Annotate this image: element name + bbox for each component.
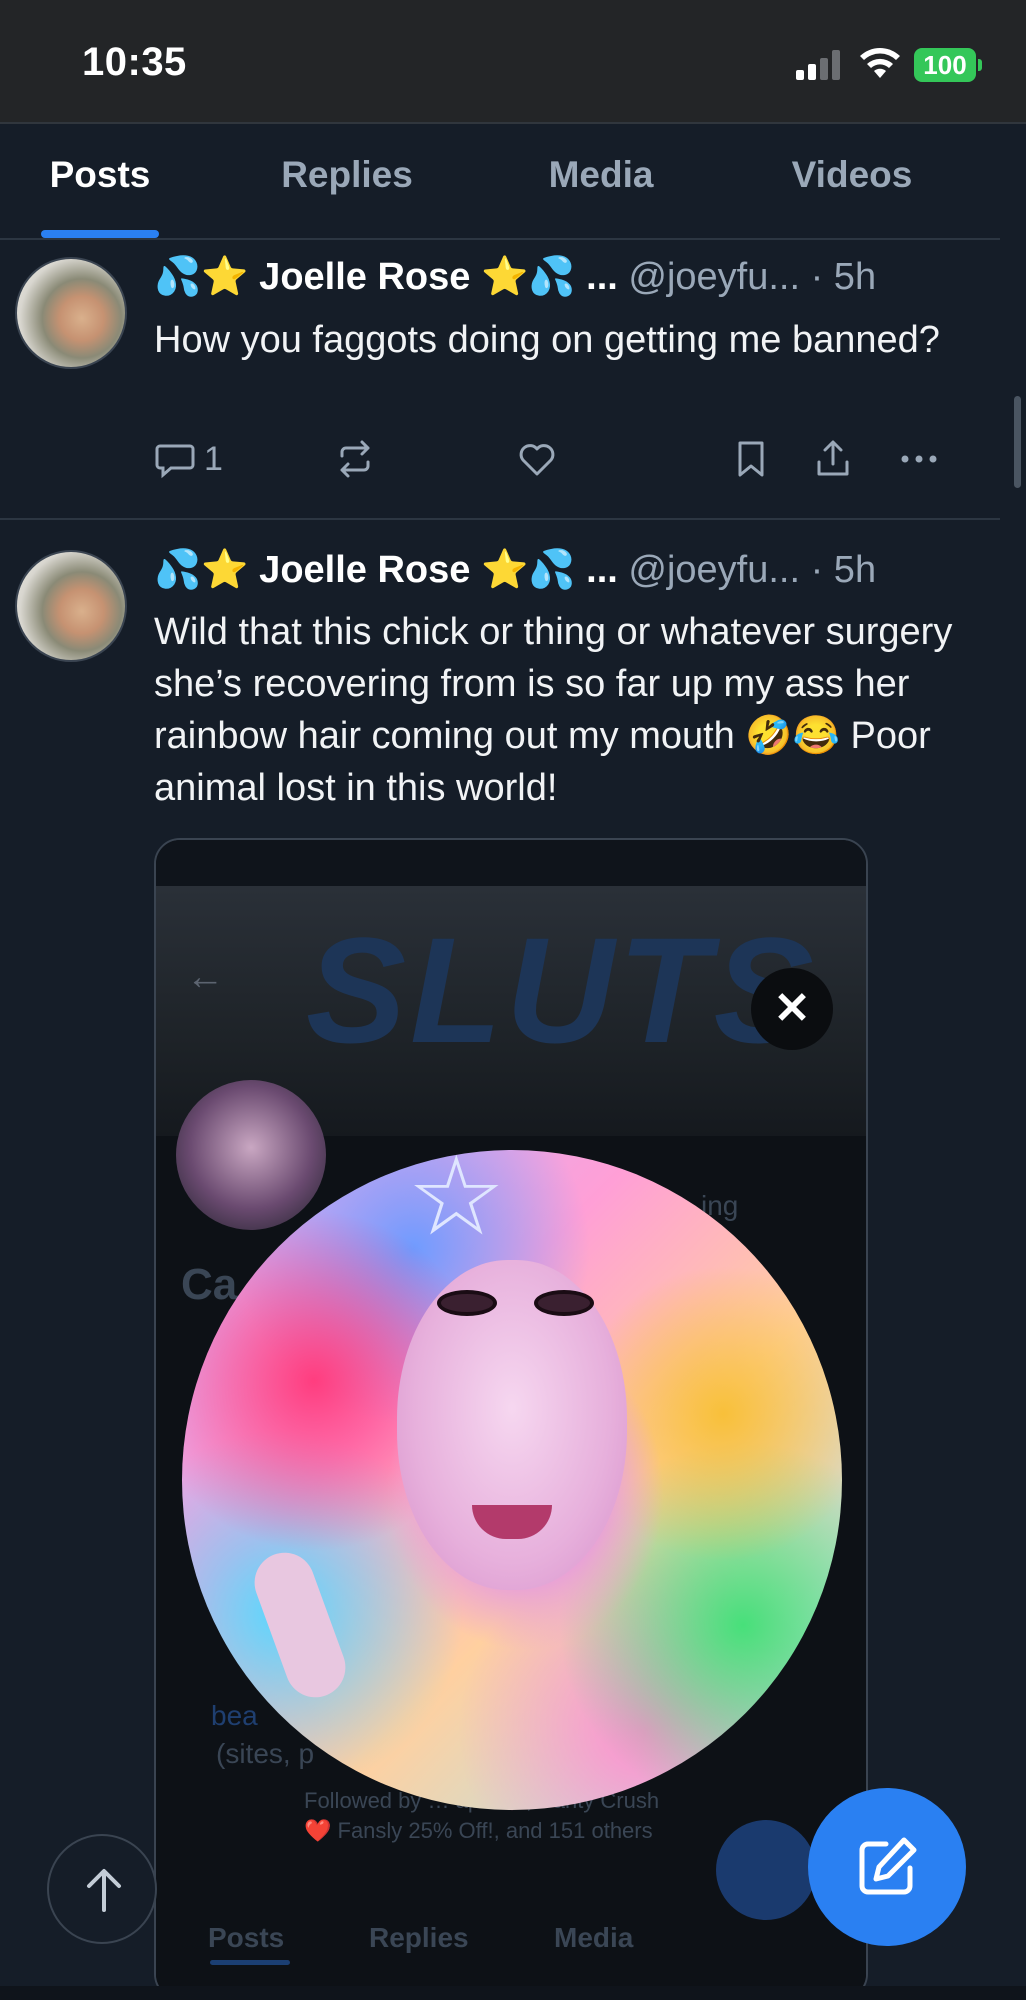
embedded-tab-indicator (210, 1960, 290, 1965)
embedded-profile-name: Ca (181, 1260, 238, 1309)
author-name[interactable]: 💦⭐ Joelle Rose ⭐💦 ... (154, 549, 618, 591)
repost-button[interactable] (334, 436, 376, 482)
post[interactable]: 💦⭐ Joelle Rose ⭐💦 ... @joeyfu... · 5h Ho… (0, 240, 1000, 520)
compose-icon (859, 1837, 917, 1895)
share-button[interactable] (812, 436, 854, 482)
author-handle[interactable]: @joeyfu... (628, 549, 800, 591)
tab-posts[interactable]: Posts (0, 154, 200, 214)
like-icon (519, 444, 555, 476)
post-time: · 5h (810, 256, 877, 298)
reply-button[interactable]: 1 (154, 436, 223, 482)
active-tab-indicator (41, 230, 159, 238)
post-text: Wild that this chick or thing or whateve… (154, 611, 953, 809)
status-bar: 10:35 100 (0, 0, 1026, 124)
embedded-tab-replies: Replies (369, 1922, 469, 1953)
clock: 10:35 (82, 40, 187, 84)
embedded-large-avatar-photo: ☆ (182, 1150, 842, 1810)
battery-tip (978, 59, 982, 71)
close-icon[interactable]: ✕ (751, 968, 833, 1050)
battery-indicator: 100 (914, 48, 976, 82)
repost-icon (340, 440, 370, 478)
compose-button[interactable] (808, 1788, 966, 1946)
embedded-status-strip (156, 840, 866, 886)
arrow-up-icon (87, 1869, 121, 1912)
tab-media[interactable]: Media (501, 154, 701, 214)
bookmark-icon (738, 441, 764, 477)
post-text: How you faggots doing on getting me bann… (154, 319, 940, 361)
embedded-link-text: bea (211, 1700, 258, 1731)
signal-icon (796, 50, 842, 80)
reply-icon (155, 444, 195, 479)
bottom-edge (0, 1986, 1026, 2000)
post-header: 💦⭐ Joelle Rose ⭐💦 ... @joeyfu... · 5h (154, 548, 876, 598)
embedded-tab-media: Media (554, 1922, 634, 1953)
photo-face (397, 1260, 627, 1590)
photo-star-clip: ☆ (407, 1150, 506, 1258)
author-handle[interactable]: @joeyfu... (628, 256, 800, 298)
reply-count: 1 (204, 439, 223, 478)
post-media-image[interactable]: SLUTS ← ✕ ing Ca bea (sites, p Followed … (154, 838, 868, 2000)
banner-text: SLUTS (306, 906, 818, 1074)
tab-videos[interactable]: Videos (752, 154, 952, 214)
embedded-tab-posts: Posts (208, 1922, 285, 1953)
share-icon (817, 440, 849, 476)
embedded-fansly-text: ❤️ Fansly 25% Off!, and 151 others (304, 1818, 653, 1843)
author-name[interactable]: 💦⭐ Joelle Rose ⭐💦 ... (154, 256, 618, 298)
tab-replies[interactable]: Replies (247, 154, 447, 214)
wifi-icon (860, 48, 900, 78)
embedded-profile-avatar (176, 1080, 326, 1230)
embedded-sites-text: (sites, p (216, 1738, 315, 1769)
photo-eye-right (534, 1290, 594, 1316)
like-button[interactable] (516, 436, 558, 482)
more-icon (901, 455, 937, 463)
post-time: · 5h (810, 549, 877, 591)
scrollbar[interactable] (1014, 396, 1021, 488)
post-header: 💦⭐ Joelle Rose ⭐💦 ... @joeyfu... · 5h (154, 255, 876, 305)
scroll-to-top-button[interactable] (47, 1834, 157, 1944)
avatar[interactable] (15, 257, 127, 369)
photo-eye-left (437, 1290, 497, 1316)
back-arrow-icon: ← (186, 956, 224, 998)
photo-hand (246, 1544, 354, 1706)
profile-tabs: Posts Replies Media Videos (0, 126, 1000, 240)
avatar[interactable] (15, 550, 127, 662)
post-actions: 1 (154, 436, 954, 486)
bookmark-button[interactable] (730, 436, 772, 482)
more-button[interactable] (898, 436, 940, 482)
